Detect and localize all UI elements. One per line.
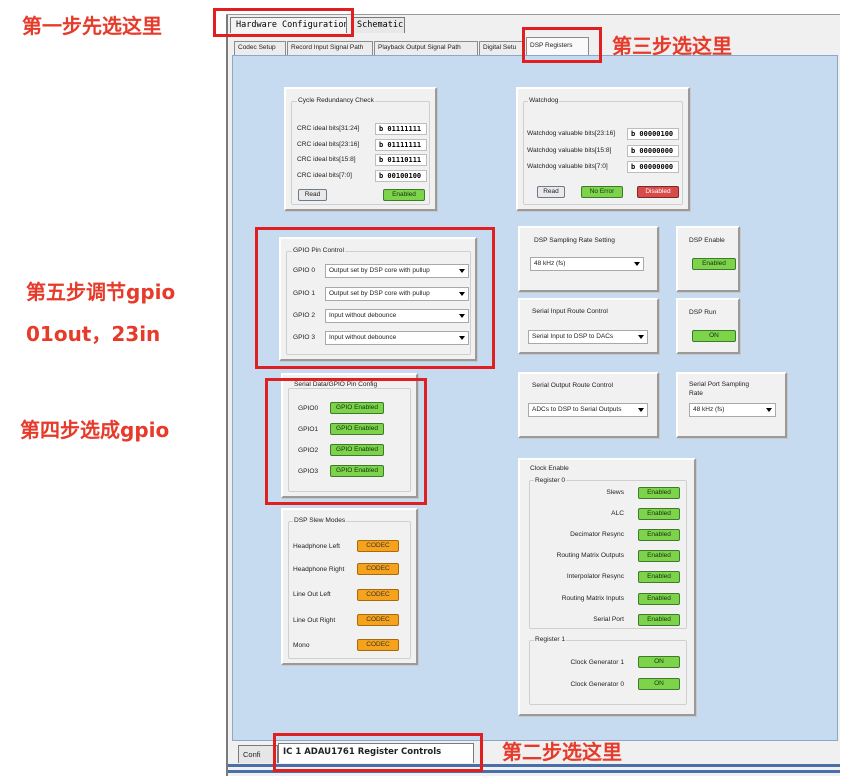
dsp-slew-title: DSP Slew Modes xyxy=(293,517,347,524)
crc-value-31-24: b 01111111 xyxy=(375,123,427,135)
clock-enable-title: Clock Enable xyxy=(530,465,569,472)
tab-record-input-signal-path[interactable]: Record Input Signal Path xyxy=(287,41,373,55)
chevron-down-icon xyxy=(766,408,772,412)
clock-generator-0-button[interactable]: ON xyxy=(638,678,680,690)
clock-label-slews: Slews xyxy=(606,489,624,496)
slew-headphone-right-button[interactable]: CODEC xyxy=(357,563,399,575)
annotation-step1: 第一步先选这里 xyxy=(22,14,162,38)
serial-output-route-title: Serial Output Route Control xyxy=(532,382,613,389)
crc-value-7-0: b 00100100 xyxy=(375,170,427,182)
serial-port-sampling-value: 48 kHz (fs) xyxy=(693,406,725,413)
clock-label-routing-matrix-inputs: Routing Matrix Inputs xyxy=(561,595,624,602)
clock-register1-frame xyxy=(529,640,687,705)
watchdog-label-15-8: Watchdog valuable bits[15:8] xyxy=(527,147,612,154)
serial-input-route-value: Serial Input to DSP to DACs xyxy=(532,333,614,340)
chevron-down-icon xyxy=(638,335,644,339)
highlight-hardware-config-tab xyxy=(213,8,354,37)
watchdog-read-button[interactable]: Read xyxy=(537,186,565,198)
dsp-run-button[interactable]: ON xyxy=(692,330,736,342)
slew-headphone-left-button[interactable]: CODEC xyxy=(357,540,399,552)
watchdog-title: Watchdog xyxy=(528,97,560,104)
tab-codec-setup[interactable]: Codec Setup xyxy=(234,41,286,55)
highlight-dsp-registers-tab xyxy=(522,27,602,63)
clock-decimator-resync-button[interactable]: Enabled xyxy=(638,529,680,541)
slew-label-mono: Mono xyxy=(293,642,310,649)
dsp-sampling-title: DSP Sampling Rate Setting xyxy=(534,237,615,244)
crc-read-button[interactable]: Read xyxy=(298,189,327,201)
serial-input-route-panel xyxy=(518,298,659,354)
serial-port-sampling-select[interactable]: 48 kHz (fs) xyxy=(689,403,776,417)
annotation-step4: 第四步选成gpio xyxy=(20,418,170,442)
serial-port-sampling-title: Serial Port Sampling xyxy=(689,381,750,388)
serial-output-route-value: ADCs to DSP to Serial Outputs xyxy=(532,406,622,413)
dsp-enable-title: DSP Enable xyxy=(689,237,725,244)
clock-label-generator-1: Clock Generator 1 xyxy=(570,659,624,666)
clock-register1-title: Register 1 xyxy=(534,636,567,643)
annotation-step3: 第三步选这里 xyxy=(612,34,732,58)
clock-slews-button[interactable]: Enabled xyxy=(638,487,680,499)
clock-routing-matrix-inputs-button[interactable]: Enabled xyxy=(638,593,680,605)
slew-line-out-right-button[interactable]: CODEC xyxy=(357,614,399,626)
highlight-register-controls-tab xyxy=(273,733,483,772)
clock-generator-1-button[interactable]: ON xyxy=(638,656,680,668)
clock-alc-button[interactable]: Enabled xyxy=(638,508,680,520)
clock-interpolator-resync-button[interactable]: Enabled xyxy=(638,571,680,583)
watchdog-label-7-0: Watchdog valuable bits[7:0] xyxy=(527,163,608,170)
clock-routing-matrix-outputs-button[interactable]: Enabled xyxy=(638,550,680,562)
clock-label-interpolator-resync: Interpolator Resync xyxy=(566,573,624,580)
crc-label-15-8: CRC ideal bits[15:8] xyxy=(297,156,356,163)
watchdog-error-button[interactable]: No Error xyxy=(581,186,623,198)
slew-label-headphone-left: Headphone Left xyxy=(293,543,340,550)
watchdog-value-15-8: b 00000000 xyxy=(627,145,679,157)
serial-port-sampling-title-line2: Rate xyxy=(689,390,703,397)
crc-title: Cycle Redundancy Check xyxy=(297,97,375,104)
watchdog-value-7-0: b 00000000 xyxy=(627,161,679,173)
crc-label-7-0: CRC ideal bits[7:0] xyxy=(297,172,352,179)
serial-output-route-select[interactable]: ADCs to DSP to Serial Outputs xyxy=(528,403,648,417)
highlight-serial-data-gpio xyxy=(265,378,427,505)
clock-label-generator-0: Clock Generator 0 xyxy=(570,681,624,688)
crc-value-23-16: b 01111111 xyxy=(375,139,427,151)
slew-line-out-left-button[interactable]: CODEC xyxy=(357,589,399,601)
serial-input-route-select[interactable]: Serial Input to DSP to DACs xyxy=(528,330,648,344)
clock-label-serial-port: Serial Port xyxy=(593,616,624,623)
slew-label-line-out-right: Line Out Right xyxy=(293,617,336,624)
crc-value-15-8: b 01110111 xyxy=(375,154,427,166)
watchdog-label-23-16: Watchdog valuable bits[23:16] xyxy=(527,130,616,137)
annotation-step5-line1: 第五步调节gpio xyxy=(26,280,176,304)
clock-serial-port-button[interactable]: Enabled xyxy=(638,614,680,626)
annotation-step2: 第二步选这里 xyxy=(502,740,622,764)
dsp-enable-button[interactable]: Enabled xyxy=(692,258,736,270)
tab-playback-output-signal-path[interactable]: Playback Output Signal Path xyxy=(374,41,478,55)
highlight-gpio-pin-control xyxy=(255,227,495,369)
serial-input-route-title: Serial Input Route Control xyxy=(532,308,608,315)
dsp-sampling-value: 48 kHz (fs) xyxy=(534,260,566,267)
tab-schematic[interactable]: Schematic xyxy=(351,17,405,33)
clock-label-routing-matrix-outputs: Routing Matrix Outputs xyxy=(556,552,624,559)
watchdog-enable-button[interactable]: Disabled xyxy=(637,186,679,198)
clock-label-alc: ALC xyxy=(611,510,624,517)
annotation-step5-line2: 01out，23in xyxy=(26,322,161,346)
slew-label-headphone-right: Headphone Right xyxy=(293,566,345,573)
dsp-sampling-select[interactable]: 48 kHz (fs) xyxy=(530,257,644,271)
crc-label-31-24: CRC ideal bits[31:24] xyxy=(297,125,360,132)
chevron-down-icon xyxy=(638,408,644,412)
tab-config[interactable]: Confi xyxy=(238,745,278,763)
slew-label-line-out-left: Line Out Left xyxy=(293,591,331,598)
tab-digital-setup[interactable]: Digital Setu xyxy=(479,41,523,55)
clock-label-decimator-resync: Decimator Resync xyxy=(570,531,624,538)
crc-label-23-16: CRC ideal bits[23:16] xyxy=(297,141,360,148)
dsp-run-title: DSP Run xyxy=(689,309,717,316)
slew-mono-button[interactable]: CODEC xyxy=(357,639,399,651)
watchdog-value-23-16: b 00000100 xyxy=(627,128,679,140)
dsp-run-panel xyxy=(676,298,740,354)
crc-status-button[interactable]: Enabled xyxy=(383,189,425,201)
clock-register0-title: Register 0 xyxy=(534,477,567,484)
chevron-down-icon xyxy=(634,262,640,266)
